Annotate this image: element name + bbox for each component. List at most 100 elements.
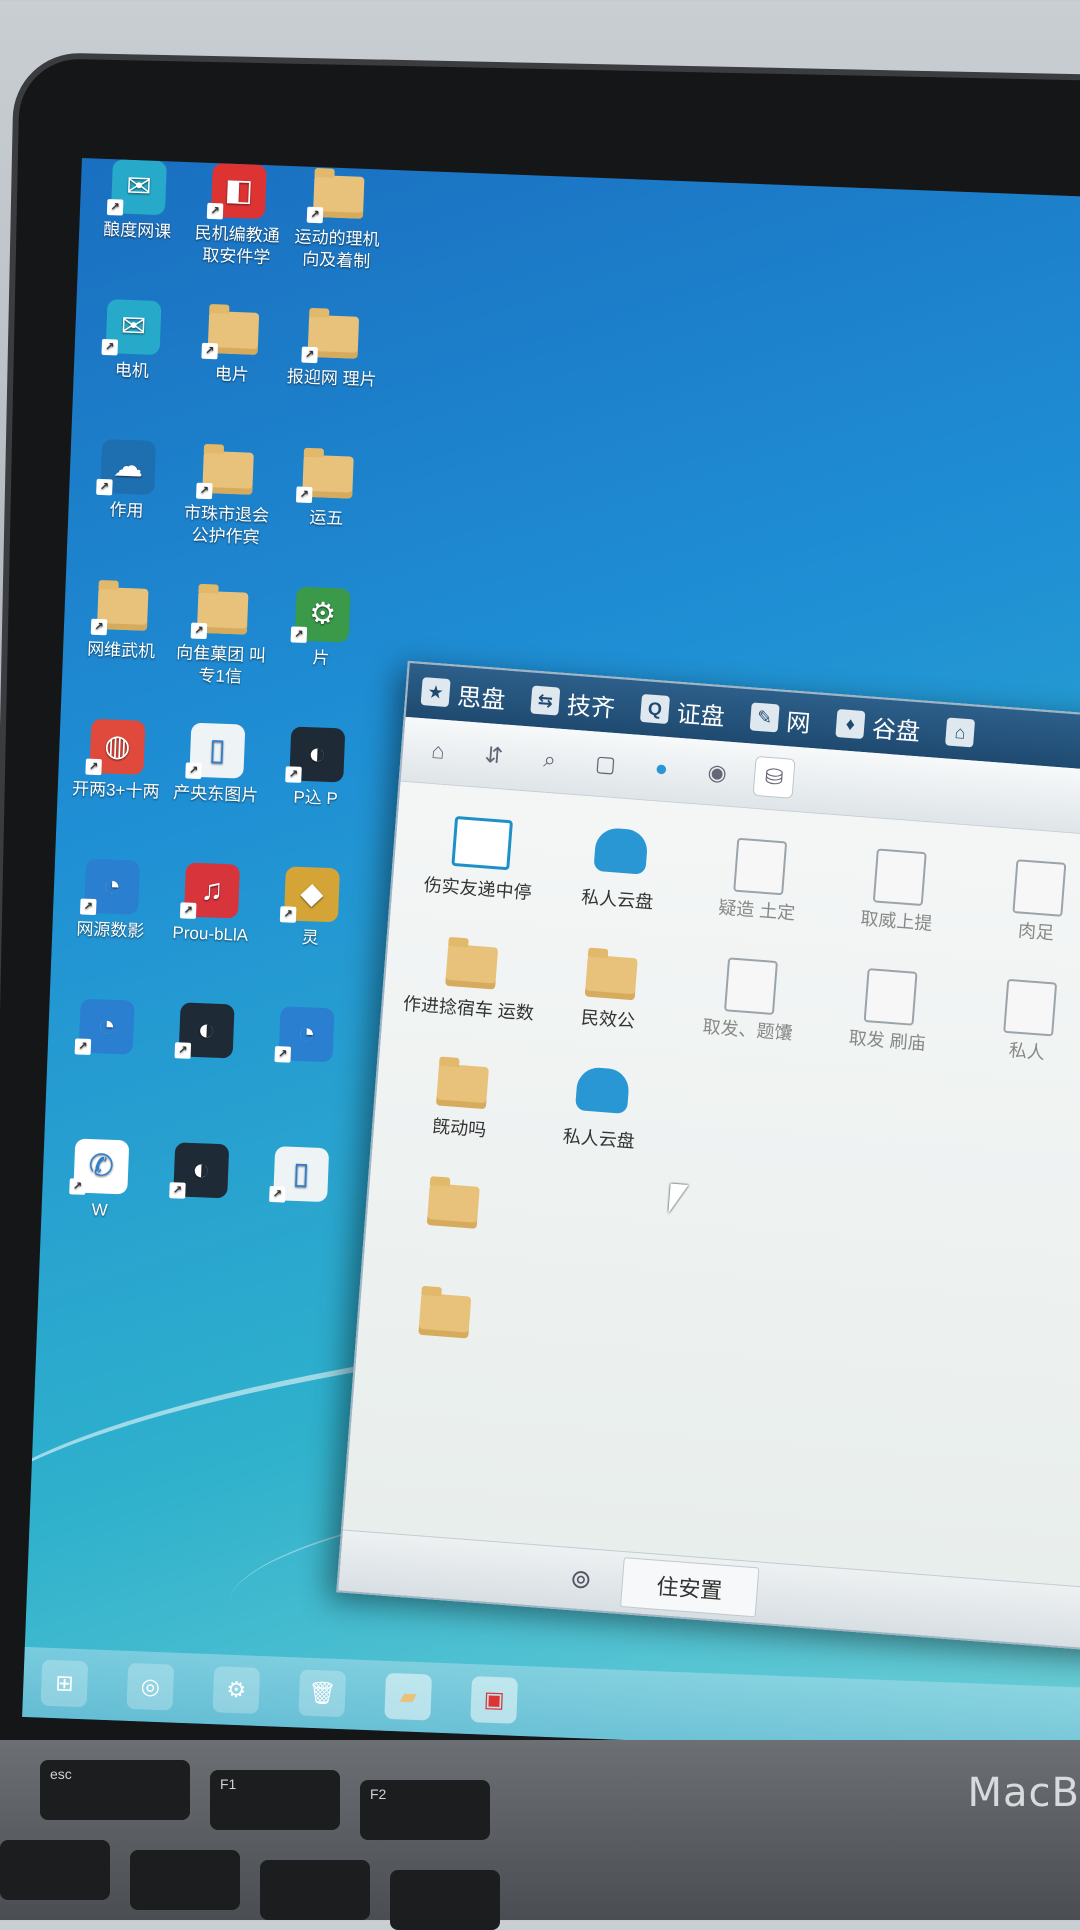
desktop-icon[interactable]: ◐ ↗ [152,1142,250,1206]
file-explorer-window[interactable]: ★ 思盘 ⇆ 技齐 Q 证盘 ✎ 网 ♦ 谷盘 ⌂ ⌂ ⇵ ⌕ ▢ ● ◉ ⛁ 伤实友递中… [336,660,1080,1670]
file-item[interactable]: 旣动吗 [384,1052,540,1145]
key[interactable] [260,1860,370,1920]
tab-3[interactable]: ✎ 网 [749,699,812,739]
shortcut-badge-icon: ↗ [101,338,119,356]
network-icon[interactable]: ⊚ [569,1563,593,1596]
file-item[interactable]: 取发、题馕 [672,953,828,1046]
desktop-icon[interactable]: ↗ 运动的理机 向及着制 [288,166,388,274]
file-item-label: 私人云盘 [562,1126,636,1152]
desktop-icon-label [57,1058,153,1062]
shield-icon: ♦ [835,708,866,740]
app-red-icon: ◧ ↗ [206,163,267,220]
desktop-icon[interactable]: ◐ ↗ [157,1002,255,1066]
app-red-icon[interactable]: ▣ [470,1676,518,1724]
file-item[interactable]: 作进捻宿车 运数 [393,932,549,1025]
drive-icon[interactable]: ⛁ [752,755,796,799]
shortcut-badge-icon: ↗ [106,199,124,216]
trash-icon[interactable]: 🗑 [298,1669,347,1718]
settings-icon[interactable]: ⚙ [212,1666,261,1714]
key[interactable] [0,1840,110,1900]
edit-icon: ✎ [749,702,780,733]
file-item-label: 取威上提 [859,908,934,934]
file-item-label: 作进捻宿车 运数 [402,993,535,1024]
folder-icon: ↗ [196,443,256,500]
shortcut-badge-icon: ↗ [169,1182,186,1199]
tab-1[interactable]: ⇆ 技齐 [530,682,616,723]
search-icon[interactable]: ⌕ [529,740,570,781]
file-item[interactable]: 私人云盘 [523,1062,679,1155]
file-item[interactable]: 取威上提 [821,845,977,938]
desktop-icon[interactable]: ◔ ↗ [57,998,155,1062]
folder-icon[interactable]: ▰ [384,1672,433,1721]
key[interactable] [130,1850,240,1910]
desktop-icon[interactable]: ⚙ ↗ 片 [273,586,372,672]
file-item[interactable] [368,1281,522,1352]
tab-5[interactable]: ⌂ [945,717,983,748]
f1-key[interactable]: F1 [210,1770,340,1830]
disc-icon[interactable]: ◉ [697,753,738,794]
file-item-label [376,1231,526,1243]
browser-icon[interactable]: ◎ [126,1662,175,1711]
start-icon[interactable]: ⊞ [40,1659,89,1708]
cloud-icon: ☁ ↗ [96,438,157,496]
cloud-icon[interactable]: ● [641,748,682,789]
document-icon[interactable]: ▢ [585,744,626,785]
desktop-icon[interactable]: ↗ 运五 [278,446,377,532]
sort-icon[interactable]: ⇵ [474,735,515,776]
cloud-icon [591,826,651,883]
desktop-icon[interactable]: ▯ ↗ 产央东图片 [167,722,266,808]
desktop-icon-label: 市珠市退会 公护作宾 [183,503,270,548]
file-item[interactable] [376,1171,530,1242]
sync-icon: ⇆ [530,685,561,716]
desktop-icon[interactable]: ◧ ↗ 民机编教通 取安件学 [188,162,288,270]
file-item[interactable]: 取发 刷庙 [812,964,968,1057]
folder-icon: ↗ [295,447,356,504]
shortcut-badge-icon: ↗ [274,1046,292,1063]
f2-key[interactable]: F2 [360,1780,490,1840]
file-item[interactable]: 肉足 [960,855,1080,948]
desktop-icon-label: 片 [312,648,330,668]
tab-0[interactable]: ★ 思盘 [420,674,506,715]
desktop-icon[interactable]: ↗ 网维武机 [73,578,172,664]
desktop-icon-label: P込 P [293,787,339,809]
desktop-icon[interactable]: ↗ 市珠市退会 公护作宾 [177,442,277,550]
desktop-icon[interactable]: ✉ ↗ 酿度网课 [89,158,188,244]
mouse-cursor [668,1183,689,1215]
desktop-icon[interactable]: ↗ 电片 [183,302,282,388]
desktop-icon[interactable]: ◔ ↗ 网源数影 [62,858,161,944]
app-blue-icon: ◔ ↗ [74,998,135,1055]
desktop-icon[interactable]: ↗ 向隹菓团 叫专1信 [172,582,272,690]
file-item[interactable]: 私人云盘 [542,823,698,916]
app-dark-icon: ◐ ↗ [285,726,346,783]
file-item[interactable]: 伤实友递中停 [402,812,558,905]
chat-icon: ✆ ↗ [69,1138,130,1195]
shortcut-badge-icon: ↗ [290,626,308,643]
desktop-icon[interactable]: ◐ ↗ P込 P [267,726,366,812]
desktop-icon[interactable]: ✉ ↗ 电机 [83,298,182,384]
star-icon: ★ [420,677,451,708]
mail-icon: ✉ ↗ [106,159,167,216]
desktop-icon[interactable]: ◔ ↗ [257,1005,355,1069]
desktop-icon-label: 作用 [109,500,144,521]
app-blue-icon: ◔ ↗ [79,858,141,916]
search-icon: Q [639,693,671,725]
shortcut-badge-icon: ↗ [79,898,97,916]
desktop-icon[interactable]: ✆ ↗ W [51,1138,150,1224]
desktop-icon[interactable]: ↗ 报迎网 理片 [283,306,382,392]
shortcut-badge-icon: ↗ [285,766,302,783]
file-item[interactable]: 私人 [951,975,1080,1068]
file-item[interactable]: 疑造 土定 [681,834,837,927]
tab-4[interactable]: ♦ 谷盘 [835,705,921,746]
desktop-icon[interactable]: ☁ ↗ 作用 [78,438,177,524]
desktop-icon[interactable]: ◍ ↗ 开两3+十两 [67,718,166,804]
esc-key[interactable]: esc [40,1760,190,1820]
device-brand-label: MacB [967,1770,1080,1816]
desktop-icon[interactable]: ♫ ↗ Prou-bLlA [162,862,261,948]
desktop-icon[interactable]: ◆ ↗ 灵 [262,866,361,952]
desktop-icon[interactable]: ▯ ↗ [252,1145,350,1209]
settings-button[interactable]: 住安置 [619,1557,760,1618]
key[interactable] [390,1870,500,1930]
home-icon[interactable]: ⌂ [418,731,459,772]
tab-2[interactable]: Q 证盘 [639,690,726,731]
file-item[interactable]: 民效公 [532,943,688,1036]
